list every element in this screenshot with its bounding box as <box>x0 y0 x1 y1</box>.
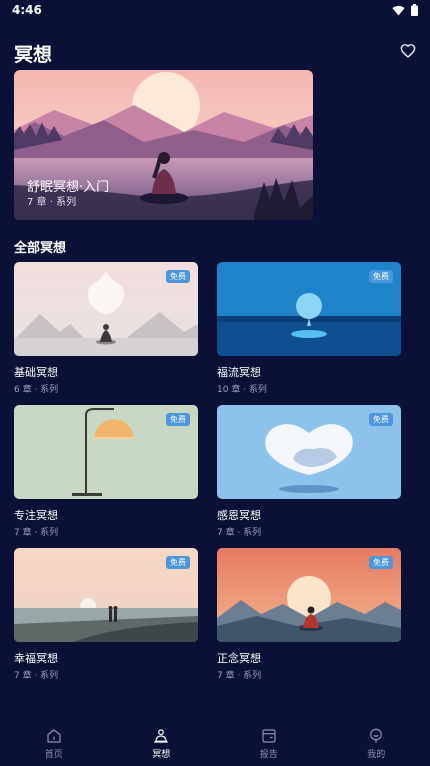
featured-banner[interactable]: 舒眠冥想·入门 7 章 · 系列 <box>14 70 313 220</box>
nav-label: 首页 <box>44 750 63 760</box>
card-title: 感恩冥想 <box>217 509 261 522</box>
card-subtitle: 10 章 · 系列 <box>217 385 267 395</box>
card-subtitle: 7 章 · 系列 <box>217 528 262 538</box>
home-icon <box>47 729 61 743</box>
course-card-basic[interactable]: 免费 基础冥想 6 章 · 系列 <box>14 262 198 395</box>
card-title: 福流冥想 <box>217 366 261 379</box>
card-title: 正念冥想 <box>217 652 261 665</box>
page-title: 冥想 <box>14 44 53 66</box>
free-badge: 免费 <box>166 413 190 426</box>
battery-icon <box>411 4 418 16</box>
free-badge: 免费 <box>369 556 393 569</box>
card-title: 幸福冥想 <box>14 652 58 665</box>
nav-item-home[interactable]: 首页 <box>0 722 108 766</box>
free-badge: 免费 <box>166 270 190 283</box>
report-icon <box>262 729 276 743</box>
nav-item-meditation[interactable]: 冥想 <box>108 722 216 766</box>
banner-subtitle: 7 章 · 系列 <box>27 197 77 208</box>
nav-label: 冥想 <box>152 750 171 760</box>
course-card-gratitude[interactable]: 免费 感恩冥想 7 章 · 系列 <box>217 405 401 538</box>
wifi-icon <box>392 5 405 16</box>
nav-label: 我的 <box>367 750 386 760</box>
card-subtitle: 7 章 · 系列 <box>14 671 59 681</box>
nav-label: 报告 <box>259 750 278 760</box>
free-badge: 免费 <box>166 556 190 569</box>
card-title: 基础冥想 <box>14 366 58 379</box>
status-bar: 4:46 <box>0 0 430 22</box>
nav-item-profile[interactable]: 我的 <box>323 722 430 766</box>
profile-icon <box>370 728 383 743</box>
status-time: 4:46 <box>12 3 42 17</box>
card-title: 专注冥想 <box>14 509 58 522</box>
free-badge: 免费 <box>369 270 393 283</box>
nav-item-report[interactable]: 报告 <box>215 722 323 766</box>
course-card-flow[interactable]: 免费 福流冥想 10 章 · 系列 <box>217 262 401 395</box>
course-card-focus[interactable]: 免费 专注冥想 7 章 · 系列 <box>14 405 198 538</box>
free-badge: 免费 <box>369 413 393 426</box>
card-subtitle: 7 章 · 系列 <box>14 528 59 538</box>
section-title: 全部冥想 <box>14 241 67 256</box>
course-card-happiness[interactable]: 免费 幸福冥想 7 章 · 系列 <box>14 548 198 681</box>
course-card-mindfulness[interactable]: 免费 正念冥想 7 章 · 系列 <box>217 548 401 681</box>
favorite-heart-icon[interactable] <box>400 43 416 59</box>
bottom-nav: 首页 冥想 报告 我的 <box>0 722 430 766</box>
meditation-icon <box>154 729 168 743</box>
card-subtitle: 7 章 · 系列 <box>217 671 262 681</box>
card-subtitle: 6 章 · 系列 <box>14 385 59 395</box>
